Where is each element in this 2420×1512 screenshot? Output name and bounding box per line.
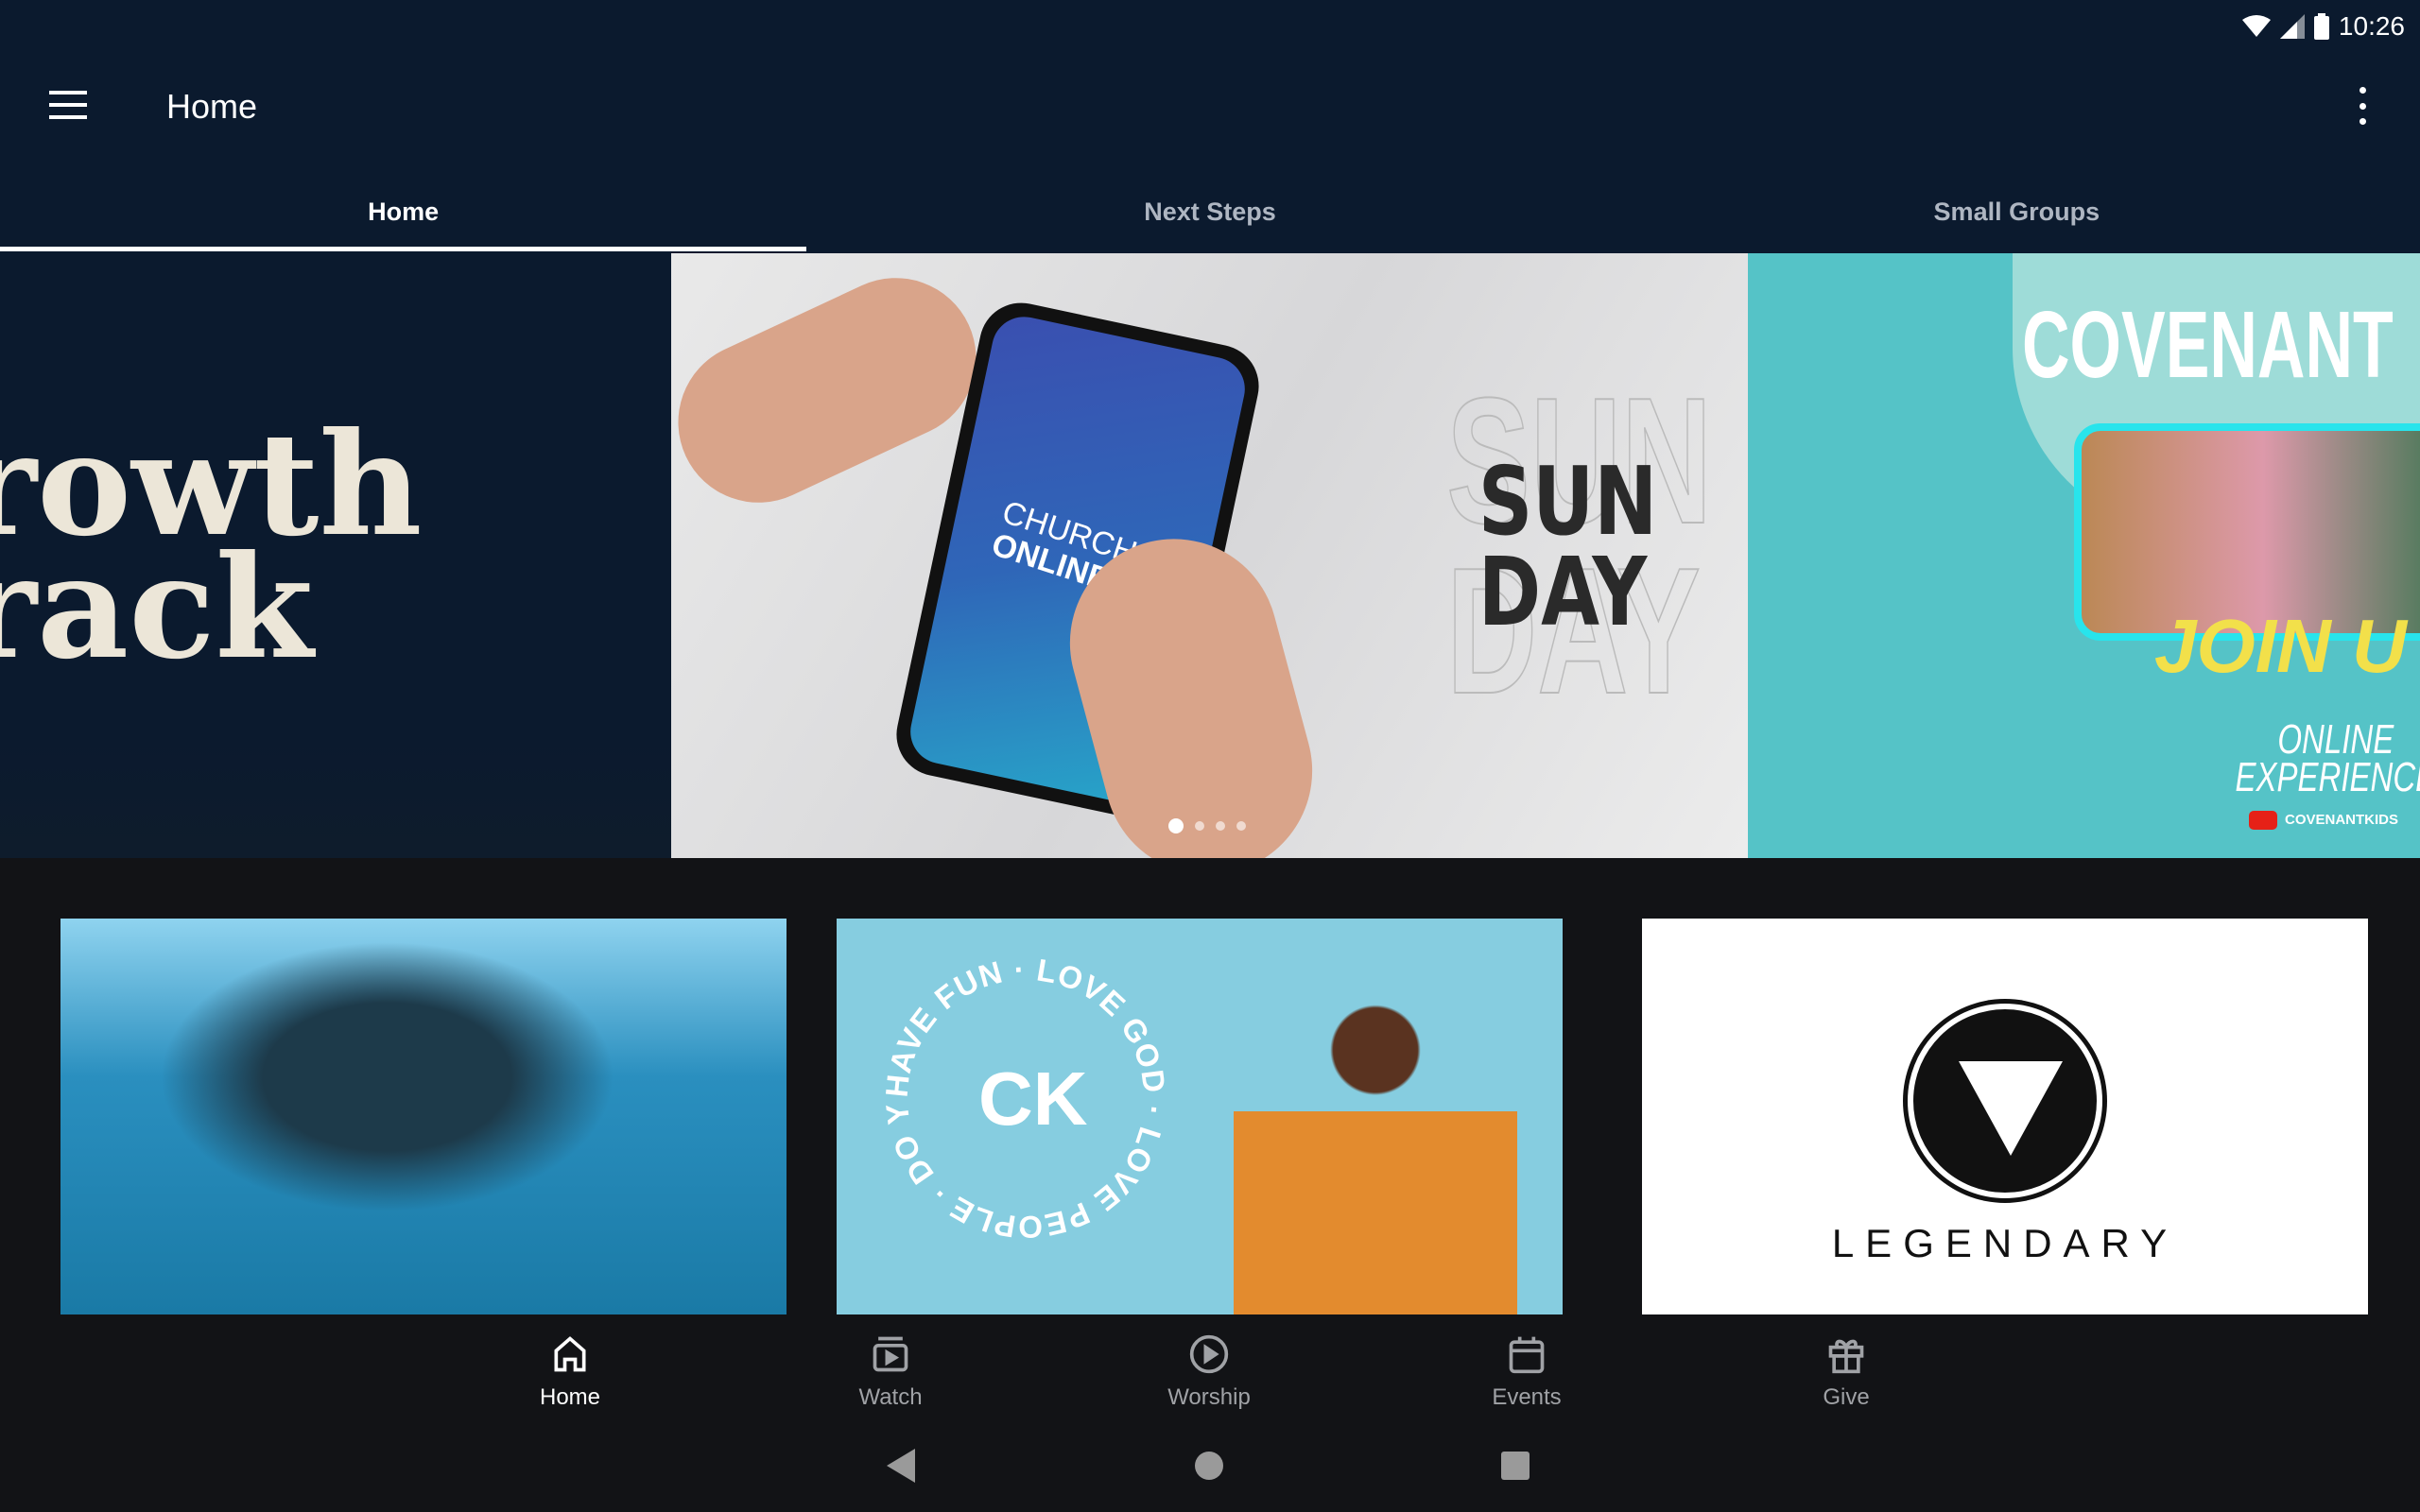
header: 10:26 Home Home Next Steps Small Groups [0, 0, 2420, 253]
logo-text: LEGENDARY [1831, 1221, 2179, 1265]
status-bar: 10:26 [2241, 8, 2405, 45]
nav-label: Events [1492, 1384, 1562, 1410]
play-circle-icon [1189, 1334, 1229, 1374]
channel-name: COVENANTKIDS [2285, 811, 2399, 828]
hamburger-icon[interactable] [49, 91, 87, 119]
gift-icon [1828, 1339, 1864, 1374]
pager-dot-1[interactable] [1168, 818, 1184, 833]
page-title: Home [166, 87, 258, 126]
kid-image [1234, 975, 1517, 1314]
slide-title: COVENANT [2022, 292, 2394, 398]
slide-subtitle: ONLINE [2277, 716, 2394, 763]
system-home-button[interactable] [1195, 1452, 1223, 1495]
nav-home[interactable]: Home [475, 1333, 665, 1411]
bottom-navigation: Home Watch Worship Events Give [0, 1314, 2420, 1418]
tab-next-steps[interactable]: Next Steps [806, 180, 1613, 253]
tab-small-groups[interactable]: Small Groups [1614, 180, 2420, 253]
battery-icon [2313, 13, 2329, 40]
card-covenant-kids[interactable]: HAVE FUN · LOVE GOD · LOVE PEOPLE · DO Y… [837, 919, 1563, 1314]
pager-dot-2[interactable] [1195, 821, 1204, 831]
card-baptism[interactable] [60, 919, 786, 1314]
slide-tagline: JOIN U [2154, 604, 2407, 688]
tab-home[interactable]: Home [0, 180, 807, 253]
pager-dot-4[interactable] [1236, 821, 1246, 831]
carousel-slide-church-online[interactable]: SUN DAY CHURCH ONLINE SUN DAY [671, 253, 1748, 858]
more-vert-icon[interactable] [2352, 87, 2373, 125]
nav-watch[interactable]: Watch [796, 1333, 985, 1411]
slide-title: SUN DAY [1478, 446, 1658, 647]
carousel-pager [1168, 818, 1246, 833]
card-legendary[interactable]: LEGENDARY [1642, 919, 2368, 1314]
signal-icon [2279, 14, 2305, 39]
youtube-icon [2249, 811, 2277, 830]
carousel-slide-growth-track[interactable]: rowthrack [0, 253, 671, 858]
nav-events[interactable]: Events [1432, 1333, 1621, 1411]
slide-subtitle: EXPERIENCE [2235, 754, 2420, 800]
wifi-icon [2241, 15, 2271, 37]
card-badge: CK [978, 1057, 1088, 1141]
nav-worship[interactable]: Worship [1115, 1333, 1304, 1411]
nav-label: Worship [1167, 1384, 1251, 1410]
pager-dot-3[interactable] [1216, 821, 1225, 831]
home-icon [554, 1336, 586, 1372]
system-back-button[interactable] [887, 1444, 917, 1487]
watch-icon [873, 1336, 908, 1372]
carousel-slide-covenant-kids[interactable]: COVENANT JOIN U ONLINE EXPERIENCE COVENAN… [1748, 253, 2420, 858]
tab-bar: Home Next Steps Small Groups [0, 180, 2420, 253]
nav-label: Home [539, 1384, 601, 1410]
nav-label: Give [1823, 1384, 1870, 1410]
legendary-logo [1908, 1004, 2102, 1198]
calendar-icon [1509, 1336, 1545, 1374]
clock: 10:26 [2338, 11, 2405, 41]
nav-label: Watch [858, 1384, 923, 1410]
banner-carousel[interactable]: rowthrack SUNDAY CHURCHONLINE SUNDAY COV… [0, 253, 2420, 858]
nav-give[interactable]: Give [1752, 1333, 1941, 1411]
system-recents-button[interactable] [1501, 1452, 1530, 1495]
